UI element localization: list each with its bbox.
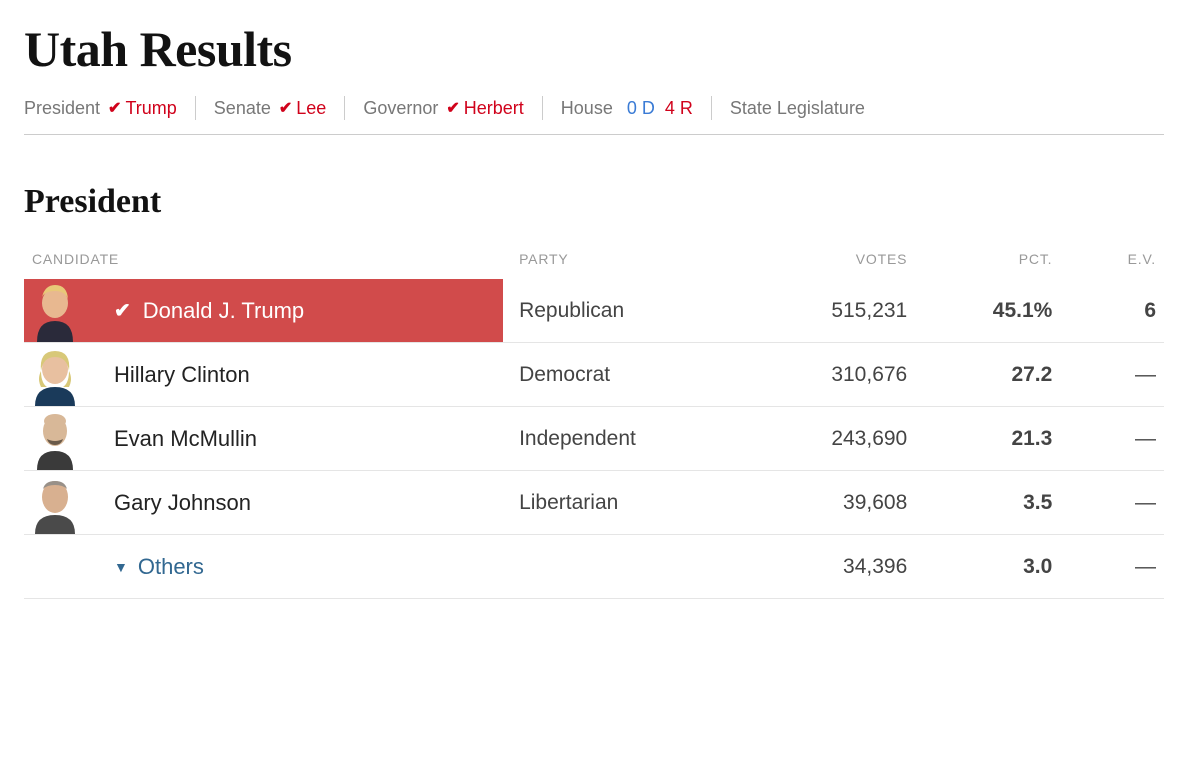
header-party: Party — [511, 241, 739, 279]
nav-label: House — [561, 98, 613, 119]
page-title: Utah Results — [24, 20, 1164, 78]
nav-president[interactable]: President ✔ Trump — [24, 96, 196, 120]
candidate-party: Republican — [511, 279, 739, 343]
table-row: ✔ Donald J. Trump Republican 515,231 45.… — [24, 279, 1164, 343]
checkmark-icon: ✔ — [114, 298, 131, 323]
others-row[interactable]: ▼ Others 34,396 3.0 — — [24, 535, 1164, 599]
nav-winner: Herbert — [464, 98, 524, 119]
header-ev: E.V. — [1060, 241, 1164, 279]
candidate-votes: 515,231 — [739, 279, 915, 343]
table-row: Gary Johnson Libertarian 39,608 3.5 — — [24, 471, 1164, 535]
candidate-ev: 6 — [1060, 279, 1164, 343]
candidate-avatar — [24, 471, 86, 534]
candidate-avatar — [24, 407, 86, 470]
candidate-pct: 27.2 — [915, 343, 1060, 407]
nav-label: Governor — [363, 98, 438, 119]
candidate-pct: 3.5 — [915, 471, 1060, 535]
candidate-party: Independent — [511, 407, 739, 471]
header-pct: Pct. — [915, 241, 1060, 279]
header-votes: Votes — [739, 241, 915, 279]
candidate-party: Democrat — [511, 343, 739, 407]
candidate-votes: 34,396 — [739, 535, 915, 599]
nav-senate[interactable]: Senate ✔ Lee — [196, 96, 346, 120]
candidate-party — [511, 535, 739, 599]
candidate-pct: 3.0 — [915, 535, 1060, 599]
checkmark-icon: ✔ — [446, 98, 459, 118]
nav-winner: Lee — [296, 98, 326, 119]
candidate-pct: 45.1% — [915, 279, 1060, 343]
results-table: Candidate Party Votes Pct. E.V. ✔ Donald… — [24, 241, 1164, 599]
nav-state-legislature[interactable]: State Legislature — [712, 96, 891, 120]
nav-label: Senate — [214, 98, 271, 119]
candidate-name: Hillary Clinton — [114, 362, 250, 388]
house-dem-count: 0 D — [627, 98, 655, 119]
candidate-avatar — [24, 279, 86, 342]
nav-house[interactable]: House 0 D 4 R — [543, 96, 712, 120]
candidate-name: Evan McMullin — [114, 426, 257, 452]
nav-winner: Trump — [125, 98, 176, 119]
table-row: Evan McMullin Independent 243,690 21.3 — — [24, 407, 1164, 471]
caret-down-icon: ▼ — [114, 559, 128, 575]
section-title: President — [24, 183, 1164, 221]
candidate-ev: — — [1060, 407, 1164, 471]
candidate-ev: — — [1060, 535, 1164, 599]
candidate-pct: 21.3 — [915, 407, 1060, 471]
candidate-votes: 243,690 — [739, 407, 915, 471]
candidate-ev: — — [1060, 343, 1164, 407]
checkmark-icon: ✔ — [108, 98, 121, 118]
candidate-name: Gary Johnson — [114, 490, 251, 516]
candidate-avatar — [24, 343, 86, 406]
candidate-votes: 310,676 — [739, 343, 915, 407]
nav-label: President — [24, 98, 100, 119]
nav-governor[interactable]: Governor ✔ Herbert — [345, 96, 542, 120]
house-rep-count: 4 R — [665, 98, 693, 119]
table-row: Hillary Clinton Democrat 310,676 27.2 — — [24, 343, 1164, 407]
nav-label: State Legislature — [730, 98, 865, 119]
candidate-votes: 39,608 — [739, 471, 915, 535]
candidate-party: Libertarian — [511, 471, 739, 535]
candidate-ev: — — [1060, 471, 1164, 535]
candidate-name: Donald J. Trump — [143, 298, 304, 324]
results-nav: President ✔ Trump Senate ✔ Lee Governor … — [24, 96, 1164, 135]
header-candidate: Candidate — [24, 241, 511, 279]
others-label: Others — [138, 554, 204, 580]
checkmark-icon: ✔ — [279, 98, 292, 118]
